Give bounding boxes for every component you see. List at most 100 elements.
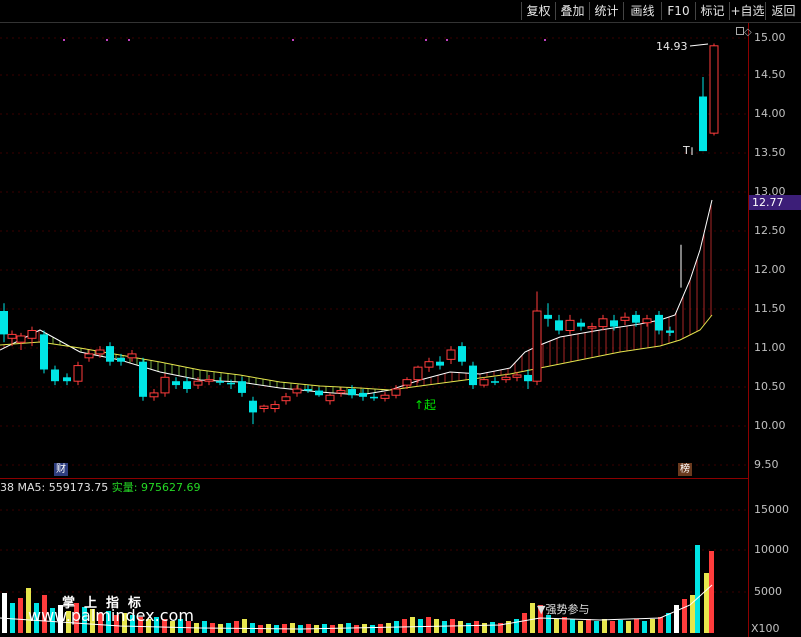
candle-body-up: [27, 330, 37, 339]
candle-body-up: [501, 376, 511, 381]
ranking-badge[interactable]: 榜: [678, 463, 692, 476]
candle-body-down: [436, 361, 444, 366]
candle-body-down: [304, 389, 312, 391]
volume-bar: [562, 617, 567, 633]
candle-body-up: [7, 333, 17, 339]
low-marker: T: [683, 144, 690, 157]
volume-bar: [594, 621, 599, 633]
candle-body-down: [655, 314, 663, 331]
candle-body-up: [127, 353, 137, 359]
candle-body-up: [95, 349, 105, 355]
volume-bar: [522, 613, 527, 633]
volume-scale-label: X100: [751, 622, 780, 635]
candle-body-down: [63, 377, 71, 382]
diamond-icon[interactable]: ◇: [744, 27, 752, 38]
volume-bar: [458, 621, 463, 633]
high-price-label: 14.93: [656, 40, 688, 53]
window-icon[interactable]: [736, 27, 744, 35]
candle-body-up: [16, 335, 26, 343]
candle-body-down: [227, 382, 235, 385]
volume-bar: [666, 613, 671, 633]
volume-bar: [354, 625, 359, 633]
volume-bar: [202, 621, 207, 633]
watermark-url: www.palmindex.com: [28, 606, 194, 625]
volume-bar: [682, 599, 687, 633]
signal-dot: [292, 39, 294, 41]
candle-body-down: [183, 381, 191, 389]
volume-bar: [482, 623, 487, 633]
volume-bar: [650, 619, 655, 633]
volume-bar: [634, 619, 639, 633]
candle-body-down: [117, 357, 125, 362]
volume-bar: [570, 619, 575, 633]
volume-bar: [466, 623, 471, 633]
candle-body-down: [632, 314, 640, 323]
ma-line-white: [0, 199, 713, 396]
volume-bar: [474, 621, 479, 633]
volume-bar: [370, 625, 375, 633]
price-tick-label: 13.00: [754, 185, 786, 198]
volume-prefix: 38: [0, 481, 14, 494]
candle-body-down: [359, 392, 367, 397]
candle-body-up: [380, 394, 390, 399]
volume-bar: [658, 617, 663, 633]
candle-body-down: [0, 311, 8, 335]
candle-body-up: [402, 379, 412, 386]
candle-body-up: [193, 380, 203, 386]
price-tick-label: 12.00: [754, 263, 786, 276]
candle-body-up: [336, 390, 346, 394]
volume-bar: [402, 619, 407, 633]
high-pointer: [689, 43, 709, 47]
volume-tick-label: 5000: [754, 585, 782, 598]
volume-bar: [554, 619, 559, 633]
candle-body-down: [544, 314, 552, 319]
volume-bar: [695, 545, 700, 633]
volume-bar: [442, 621, 447, 633]
volume-bar: [242, 619, 247, 633]
candle-body-down: [51, 369, 59, 382]
signal-dot: [425, 39, 427, 41]
volume-bar: [418, 619, 423, 633]
volume-tick-label: 15000: [754, 503, 789, 516]
volume-bar: [378, 624, 383, 633]
candle-body-down: [139, 361, 147, 397]
candle-body-up: [73, 365, 83, 382]
kline-chart[interactable]: [0, 0, 801, 637]
candle-body-down: [249, 400, 257, 413]
volume-bar: [2, 593, 7, 633]
volume-bar: [362, 624, 367, 633]
candle-body-up: [149, 392, 159, 398]
signal-dot: [544, 39, 546, 41]
volume-tick-label: 10000: [754, 543, 789, 556]
candle-body-up: [160, 376, 170, 394]
candle-body-down: [458, 346, 466, 362]
finance-badge[interactable]: 财: [54, 463, 68, 476]
candle-body-down: [40, 334, 48, 370]
candle-body-up: [532, 310, 542, 382]
candle-body-up: [620, 316, 630, 321]
volume-bar: [514, 619, 519, 633]
signal-dot: [106, 39, 108, 41]
strong-signal-label: ▼强势参与: [537, 603, 590, 616]
volume-bar: [234, 621, 239, 633]
ma5-value: 559173.75: [48, 481, 109, 494]
candle-body-up: [259, 405, 269, 410]
price-tick-label: 10.50: [754, 380, 786, 393]
candle-body-down: [666, 330, 674, 333]
candle-body-down: [238, 381, 246, 393]
price-tick-label: 11.00: [754, 341, 786, 354]
candle-body-down: [610, 320, 618, 327]
candle-body-down: [469, 365, 477, 386]
actual-volume-label: 实量:: [111, 481, 138, 494]
candle-body-down: [555, 320, 563, 331]
volume-bar: [290, 623, 295, 633]
price-tick-label: 10.00: [754, 419, 786, 432]
price-tick-label: 9.50: [754, 458, 779, 471]
candle-body-down: [699, 96, 707, 152]
price-tick-label: 15.00: [754, 31, 786, 44]
candle-body-up: [204, 379, 214, 382]
candle-body-up: [84, 353, 94, 359]
volume-bar: [704, 573, 709, 633]
candle-body-up: [446, 349, 456, 360]
volume-bar: [410, 617, 415, 633]
